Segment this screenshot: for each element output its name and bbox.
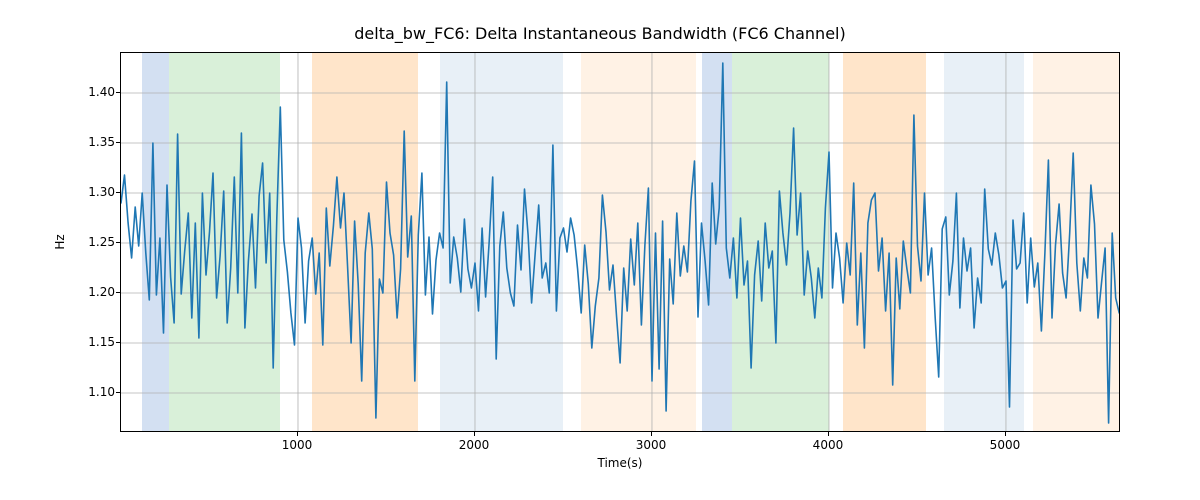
x-tick-label: 4000 [813, 438, 844, 452]
x-tick-label: 2000 [459, 438, 490, 452]
x-tick-label: 1000 [282, 438, 313, 452]
x-tick [1005, 432, 1006, 436]
y-tick-label: 1.20 [88, 285, 115, 299]
y-tick-label: 1.40 [88, 85, 115, 99]
figure: delta_bw_FC6: Delta Instantaneous Bandwi… [0, 0, 1200, 500]
y-tick [116, 92, 120, 93]
y-tick-label: 1.25 [88, 235, 115, 249]
y-tick-label: 1.35 [88, 135, 115, 149]
y-tick [116, 192, 120, 193]
y-axis-label: Hz [53, 234, 67, 249]
series-path [121, 63, 1119, 423]
y-tick [116, 292, 120, 293]
x-tick-label: 5000 [990, 438, 1021, 452]
y-tick [116, 142, 120, 143]
y-tick [116, 242, 120, 243]
x-axis-label: Time(s) [598, 456, 643, 470]
x-tick [651, 432, 652, 436]
y-tick [116, 392, 120, 393]
y-tick [116, 342, 120, 343]
x-tick-label: 3000 [636, 438, 667, 452]
x-tick [297, 432, 298, 436]
y-tick-label: 1.15 [88, 335, 115, 349]
x-tick [828, 432, 829, 436]
plot-area [120, 52, 1120, 432]
x-tick [474, 432, 475, 436]
chart-title: delta_bw_FC6: Delta Instantaneous Bandwi… [0, 24, 1200, 43]
line-series [121, 53, 1120, 432]
y-tick-label: 1.10 [88, 385, 115, 399]
y-tick-label: 1.30 [88, 185, 115, 199]
